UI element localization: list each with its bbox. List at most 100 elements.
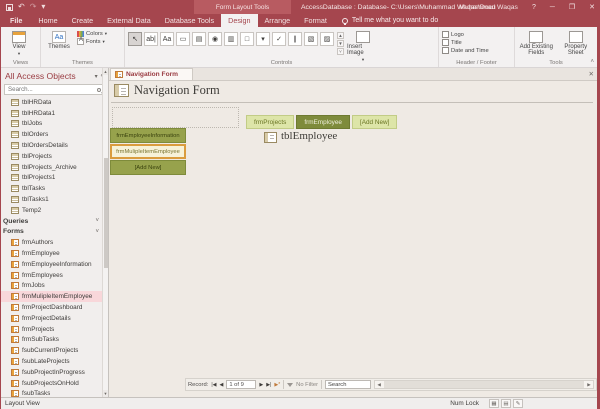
fonts-button[interactable]: Fonts ▾ — [77, 38, 107, 45]
ribbon-tab-database-tools[interactable]: Database Tools — [158, 14, 221, 27]
sidebar-item-fsubprojectinprogress[interactable]: fsubProjectInProgress — [1, 367, 102, 378]
sidebar-group-queries[interactable]: Queries˅ — [1, 216, 102, 227]
sidebar-item-tblordersdetails[interactable]: tblOrdersDetails — [1, 140, 102, 151]
select-icon[interactable]: ↖ — [128, 32, 142, 46]
sidebar-item-frmprojectdetails[interactable]: frmProjectDetails — [1, 313, 102, 324]
sidebar-item-tblhrdata1[interactable]: tblHRData1 — [1, 108, 102, 119]
sidebar-item-tblhrdata[interactable]: tblHRData — [1, 97, 102, 108]
scroll-up-icon[interactable]: ▲ — [103, 68, 108, 75]
undo-icon[interactable]: ↶ — [18, 3, 25, 11]
option-group-icon[interactable]: □ — [240, 32, 254, 46]
sidebar-item-frmjobs[interactable]: frmJobs — [1, 281, 102, 292]
sidebar-item-fsublateprojects[interactable]: fsubLateProjects — [1, 356, 102, 367]
button-icon[interactable]: ▭ — [176, 32, 190, 46]
minimize-icon[interactable]: ─ — [550, 4, 555, 11]
ribbon-tab-design[interactable]: Design — [221, 14, 257, 27]
label-icon[interactable]: Aa — [160, 32, 174, 46]
text-box-icon[interactable]: ab| — [144, 32, 158, 46]
tell-me-box[interactable]: Tell me what you want to do — [334, 14, 446, 27]
new-record-icon[interactable]: ▶* — [274, 382, 280, 388]
ribbon-tab-format[interactable]: Format — [297, 14, 334, 27]
qat-customize-icon[interactable]: ▾ — [41, 3, 45, 11]
nav-tab-add-new[interactable]: [Add New] — [110, 160, 186, 175]
ribbon-tab-file[interactable]: File — [1, 14, 31, 27]
nav-search-box[interactable] — [4, 84, 105, 95]
nav-tab-add-new[interactable]: [Add New] — [352, 115, 397, 129]
sidebar-item-frmemployeeinformation[interactable]: frmEmployeeInformation — [1, 259, 102, 270]
hscroll-thumb[interactable] — [384, 381, 584, 388]
ribbon-tab-arrange[interactable]: Arrange — [258, 14, 298, 27]
property-sheet-button[interactable]: Property Sheet — [558, 30, 595, 56]
no-filter-button[interactable]: No Filter — [296, 382, 318, 388]
combo-box-icon[interactable]: ▾ — [256, 32, 270, 46]
ribbon-tab-home[interactable]: Home — [31, 14, 64, 27]
nav-tab-frmemployee[interactable]: frmEmployee — [296, 115, 350, 129]
sidebar-item-tbltasks[interactable]: tblTasks — [1, 183, 102, 194]
first-record-icon[interactable]: |◀ — [211, 382, 216, 388]
sidebar-item-frmemployees[interactable]: frmEmployees — [1, 270, 102, 281]
last-record-icon[interactable]: ▶| — [266, 382, 271, 388]
empty-placeholder-cell[interactable] — [112, 107, 239, 128]
title-button[interactable]: Title — [442, 39, 489, 46]
subform-icon[interactable]: ▧ — [304, 32, 318, 46]
nav-tab-frmemployeeinformation[interactable]: frmEmployeeInformation — [110, 128, 186, 143]
ribbon-tab-create[interactable]: Create — [65, 14, 101, 27]
nav-pane-menu-icon[interactable]: ▾ — [95, 73, 98, 80]
scroll-left-icon[interactable]: ◀ — [375, 382, 383, 388]
themes-button[interactable]: Aa Themes — [44, 30, 74, 50]
date-and-time-button[interactable]: Date and Time — [442, 47, 489, 54]
sidebar-item-fsubcurrentprojects[interactable]: fsubCurrentProjects — [1, 345, 102, 356]
previous-record-icon[interactable]: ◀ — [219, 382, 223, 388]
scroll-right-icon[interactable]: ▶ — [585, 382, 593, 388]
sidebar-item-fsubtasks[interactable]: fsubTasks — [1, 389, 102, 397]
sidebar-item-fsubprojectsonhold[interactable]: fsubProjectsOnHold — [1, 378, 102, 389]
sidebar-item-tblorders[interactable]: tblOrders — [1, 129, 102, 140]
sidebar-item-tbljobs[interactable]: tblJobs — [1, 119, 102, 130]
document-tab-navigation-form[interactable]: Navigation Form — [110, 68, 193, 80]
horizontal-scrollbar[interactable]: ◀ ▶ — [374, 380, 594, 389]
sidebar-group-forms[interactable]: Forms˅ — [1, 227, 102, 238]
sidebar-item-frmmulipleitememployee[interactable]: frmMulipleItemEmployee — [1, 291, 102, 302]
tab-control-icon[interactable]: ▤ — [192, 32, 206, 46]
navigation-icon[interactable]: ▥ — [224, 32, 238, 46]
sidebar-item-frmprojects[interactable]: frmProjects — [1, 324, 102, 335]
nav-tab-frmmulipleitememployee[interactable]: frmMulipleItemEmployee — [110, 144, 186, 159]
close-icon[interactable]: ✕ — [589, 4, 595, 11]
sidebar-scrollbar[interactable]: ▲ ▼ — [102, 68, 108, 397]
check-box-icon[interactable]: ✓ — [272, 32, 286, 46]
ribbon-collapse-icon[interactable]: ˄ — [590, 59, 594, 65]
sidebar-item-tblprojects1[interactable]: tblProjects1 — [1, 173, 102, 184]
sidebar-item-tblprojects-archive[interactable]: tblProjects_Archive — [1, 162, 102, 173]
help-icon[interactable]: ? — [532, 4, 536, 11]
save-icon[interactable] — [6, 4, 13, 11]
attachment-icon[interactable]: ∥ — [288, 32, 302, 46]
logo-button[interactable]: Logo — [442, 31, 489, 38]
contextual-tab-form-layout-tools[interactable]: Form Layout Tools — [194, 0, 291, 14]
gallery-up-icon[interactable]: ▲ — [337, 32, 344, 39]
form-view-button[interactable]: ▦ — [489, 399, 499, 408]
layout-view-button[interactable]: ▤ — [501, 399, 511, 408]
add-existing-fields-button[interactable]: Add Existing Fields — [518, 30, 555, 56]
insert-image-button[interactable]: Insert Image ▾ — [347, 30, 379, 63]
next-record-icon[interactable]: ▶ — [259, 382, 263, 388]
sidebar-item-frmemployee[interactable]: frmEmployee — [1, 248, 102, 259]
sidebar-item-frmprojectdashboard[interactable]: frmProjectDashboard — [1, 302, 102, 313]
ribbon-tab-external-data[interactable]: External Data — [100, 14, 158, 27]
view-button[interactable]: View ▾ — [4, 30, 34, 57]
sidebar-item-tbltasks1[interactable]: tblTasks1 — [1, 194, 102, 205]
sidebar-item-temp2[interactable]: Temp2 — [1, 205, 102, 216]
sidebar-item-frmauthors[interactable]: frmAuthors — [1, 237, 102, 248]
gallery-down-icon[interactable]: ▼ — [337, 40, 344, 47]
record-search-box[interactable]: Search — [325, 380, 371, 389]
document-close-icon[interactable]: ✕ — [589, 70, 594, 78]
user-name[interactable]: Muhammad Waqas — [459, 4, 518, 11]
image-icon[interactable]: ▨ — [320, 32, 334, 46]
search-input[interactable] — [8, 86, 97, 93]
sidebar-item-tblprojects[interactable]: tblProjects — [1, 151, 102, 162]
nav-tab-frmprojects[interactable]: frmProjects — [246, 115, 294, 129]
maximize-icon[interactable]: ❐ — [569, 4, 575, 11]
web-browser-icon[interactable]: ◉ — [208, 32, 222, 46]
scrollbar-thumb[interactable] — [104, 158, 108, 268]
gallery-more-icon[interactable]: ˅ — [337, 48, 344, 55]
scroll-down-icon[interactable]: ▼ — [103, 390, 108, 397]
